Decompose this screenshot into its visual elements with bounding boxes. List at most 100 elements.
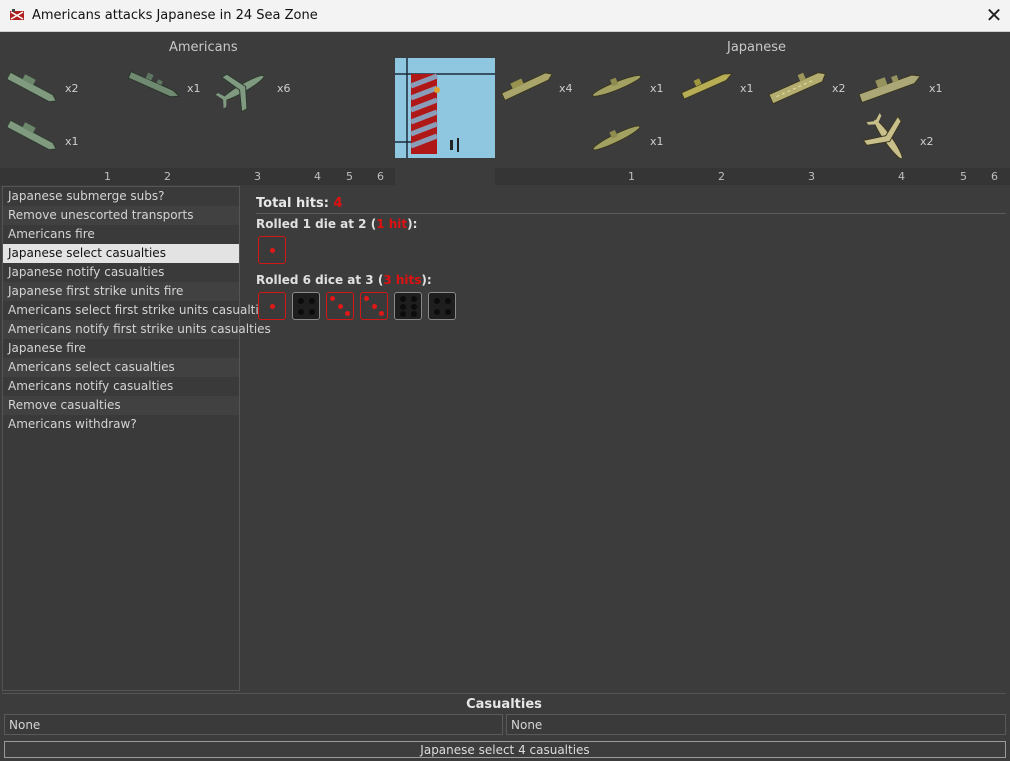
american-destroyer-icon <box>124 62 184 107</box>
step-item[interactable]: Americans select first strike units casu… <box>3 301 272 320</box>
step-item-selected[interactable]: Japanese select casualties <box>3 244 239 263</box>
die-1-hit <box>258 236 286 264</box>
die-3-hit <box>326 292 354 320</box>
step-item[interactable]: Japanese notify casualties <box>3 263 239 282</box>
unit-count: x1 <box>65 135 79 148</box>
unit-count: x1 <box>650 82 664 95</box>
step-item[interactable]: Americans notify casualties <box>3 377 239 396</box>
die-pip <box>364 296 370 302</box>
attacker-tick: 1 <box>104 170 111 183</box>
die-pip <box>411 303 418 310</box>
american-fighter-icon <box>212 62 274 114</box>
step-item[interactable]: Americans select casualties <box>3 358 239 377</box>
die-pip <box>344 310 350 316</box>
die-6-miss <box>394 292 422 320</box>
attacker-label: Americans <box>169 40 238 55</box>
die-pip <box>399 303 406 310</box>
total-hits-label: Total hits: <box>256 196 334 211</box>
divider <box>256 213 1006 214</box>
die-3-hit <box>360 292 388 320</box>
unit-count: x1 <box>740 82 754 95</box>
defender-tick: 6 <box>991 170 998 183</box>
defender-tick: 1 <box>628 170 635 183</box>
defender-tick: 3 <box>808 170 815 183</box>
die-4-miss <box>428 292 456 320</box>
defender-tick: 2 <box>718 170 725 183</box>
attacker-tick: 5 <box>346 170 353 183</box>
roll-suffix: ): <box>407 217 418 231</box>
roll-line: Rolled 6 dice at 3 (3 hits): <box>256 273 432 287</box>
die-pip <box>309 309 316 316</box>
window-titlebar: Americans attacks Japanese in 24 Sea Zon… <box>0 0 1010 32</box>
japanese-transport-icon <box>496 62 556 107</box>
attacker-power-ruler <box>0 168 395 185</box>
die-pip <box>399 310 406 317</box>
step-item[interactable]: Japanese first strike units fire <box>3 282 239 301</box>
defender-tick: 5 <box>960 170 967 183</box>
step-item[interactable]: Remove casualties <box>3 396 239 415</box>
window-title: Americans attacks Japanese in 24 Sea Zon… <box>32 8 318 23</box>
die-pip <box>371 303 377 309</box>
attacker-tick: 4 <box>314 170 321 183</box>
die-pip <box>411 296 418 303</box>
american-transport-icon <box>2 62 62 112</box>
unit-count: x2 <box>832 82 846 95</box>
japanese-carrier-icon <box>766 62 830 110</box>
japanese-battleship-icon <box>856 62 924 110</box>
japanese-fighter-icon <box>858 110 918 168</box>
step-item[interactable]: Japanese submerge subs? <box>3 187 239 206</box>
casualties-title: Casualties <box>2 693 1006 714</box>
die-pip <box>269 247 275 253</box>
sea-zone-terrain-image <box>395 58 495 158</box>
defender-power-ruler <box>495 168 1010 185</box>
die-pip <box>297 297 304 304</box>
japanese-submarine-icon <box>586 112 646 162</box>
roll-suffix: ): <box>421 273 432 287</box>
die-pip <box>445 297 452 304</box>
die-pip <box>399 296 406 303</box>
unit-count: x1 <box>650 135 664 148</box>
unit-count: x1 <box>929 82 943 95</box>
close-icon[interactable]: ✕ <box>980 1 1008 29</box>
die-pip <box>337 303 343 309</box>
die-pip <box>445 309 452 316</box>
roll-prefix: Rolled 1 die at 2 ( <box>256 217 377 231</box>
japanese-submarine-icon <box>586 62 646 107</box>
defender-label: Japanese <box>727 40 787 55</box>
defender-casualties: None <box>506 714 1006 735</box>
attacker-tick: 3 <box>254 170 261 183</box>
unit-count: x4 <box>559 82 573 95</box>
app-icon <box>10 9 24 20</box>
attacker-casualties: None <box>4 714 503 735</box>
die-pip <box>309 297 316 304</box>
unit-count: x2 <box>920 135 934 148</box>
die-4-miss <box>292 292 320 320</box>
die-pip <box>330 296 336 302</box>
battle-steps-list[interactable]: Japanese submerge subs? Remove unescorte… <box>2 186 272 691</box>
die-pip <box>411 310 418 317</box>
step-item[interactable]: Remove unescorted transports <box>3 206 239 225</box>
unit-count: x6 <box>277 82 291 95</box>
roll-hits: 3 hits <box>383 273 422 287</box>
american-transport-icon <box>2 110 62 160</box>
roll-prefix: Rolled 6 dice at 3 ( <box>256 273 384 287</box>
total-hits: Total hits: 4 <box>256 196 342 211</box>
die-pip <box>433 297 440 304</box>
roll-hits: 1 hit <box>376 217 408 231</box>
die-pip <box>297 309 304 316</box>
die-pip <box>269 303 275 309</box>
step-item[interactable]: Americans withdraw? <box>3 415 239 434</box>
step-item[interactable]: Americans notify first strike units casu… <box>3 320 271 339</box>
die-pip <box>433 309 440 316</box>
die-1-hit <box>258 292 286 320</box>
attacker-tick: 6 <box>377 170 384 183</box>
unit-count: x2 <box>65 82 79 95</box>
roll-line: Rolled 1 die at 2 (1 hit): <box>256 217 417 231</box>
unit-count: x1 <box>187 82 201 95</box>
step-item[interactable]: Americans fire <box>3 225 239 244</box>
select-casualties-button[interactable]: Japanese select 4 casualties <box>4 741 1006 758</box>
defender-tick: 4 <box>898 170 905 183</box>
dice-results-panel: Total hits: 4 Rolled 1 die at 2 (1 hit):… <box>240 186 1008 689</box>
step-item[interactable]: Japanese fire <box>3 339 239 358</box>
japanese-destroyer-icon <box>676 62 736 107</box>
